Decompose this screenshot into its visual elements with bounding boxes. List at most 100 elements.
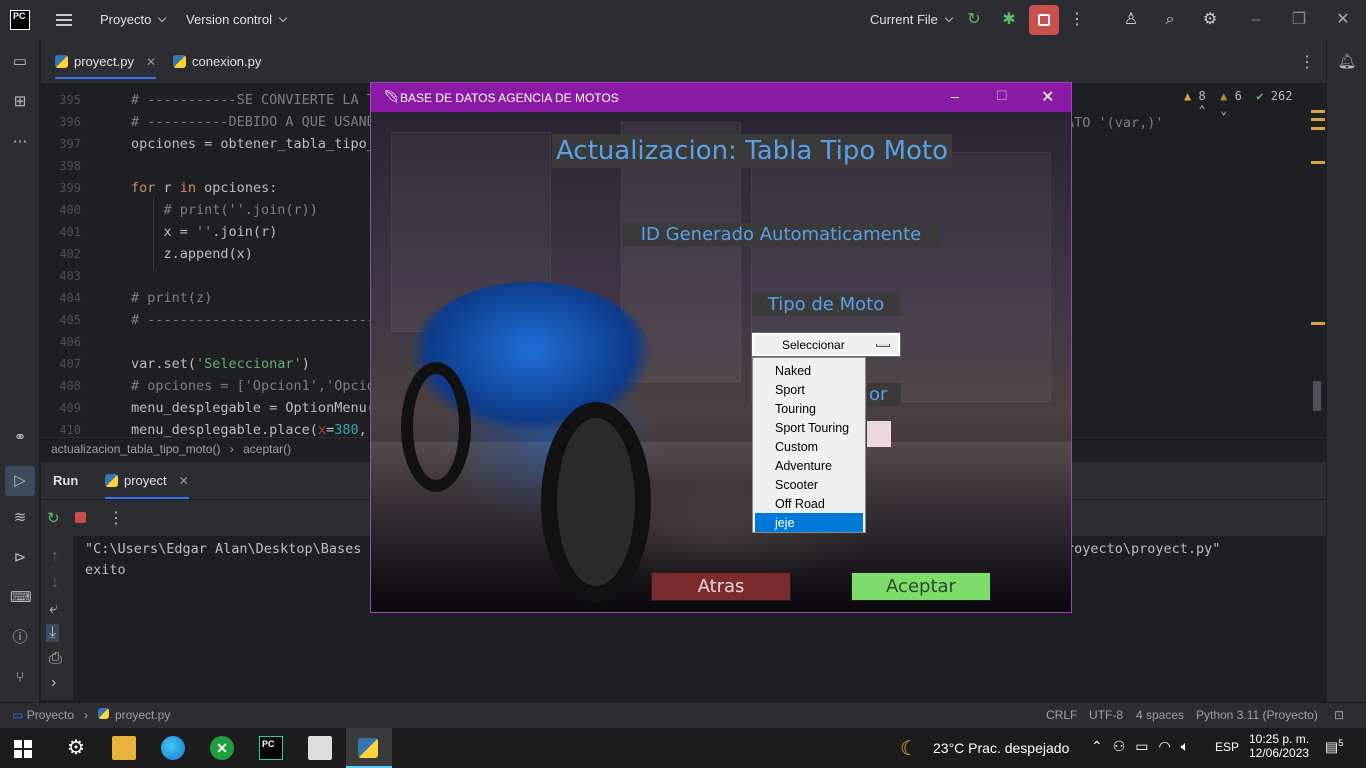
indent-setting[interactable]: 4 spaces (1136, 708, 1184, 722)
python-packages-icon[interactable]: ⚭ (10, 428, 30, 448)
problems-icon[interactable]: ⓘ (10, 628, 30, 648)
breadcrumb-nested-function[interactable]: aceptar() (243, 442, 291, 456)
close-icon[interactable]: ✕ (1332, 9, 1354, 31)
option-item[interactable]: Scooter (755, 475, 863, 494)
clock[interactable]: 10:25 p. m. 12/06/2023 (1249, 732, 1309, 760)
run-config-select[interactable]: Current File (870, 12, 954, 27)
stop-icon[interactable] (75, 512, 86, 523)
line-number: 403 (59, 269, 81, 283)
tk-maximize-icon[interactable]: ☐ (996, 88, 1008, 104)
stop-icon[interactable] (1029, 5, 1059, 35)
option-item[interactable]: Sport (755, 380, 863, 399)
structure-icon[interactable]: ⊞ (10, 92, 30, 112)
rerun-icon[interactable]: ↻ (963, 9, 985, 31)
python-taskbar-item[interactable] (346, 728, 392, 768)
notification-center-icon[interactable]: ▤5 (1325, 738, 1343, 756)
file-encoding[interactable]: UTF-8 (1089, 708, 1123, 722)
windows-start-icon[interactable] (14, 740, 32, 758)
expand-icon[interactable]: › (51, 674, 56, 692)
option-item[interactable]: jeje (755, 513, 863, 532)
close-run-tab-icon[interactable]: ✕ (179, 474, 189, 488)
print-icon[interactable]: ⎙ (49, 650, 62, 668)
python-file-icon (173, 55, 186, 68)
line-number: 408 (59, 379, 81, 393)
option-item[interactable]: Adventure (755, 456, 863, 475)
option-item[interactable]: Touring (755, 399, 863, 418)
up-arrow-icon[interactable]: ↑ (51, 548, 59, 566)
line-number: 399 (59, 181, 81, 195)
entry-field[interactable] (867, 421, 891, 447)
windows-taskbar: ⚙ ✕ PC ☾ 23°C Prac. despejado ⌃⚇▭◠🔈︎ ESP… (0, 728, 1366, 768)
soft-wrap-icon[interactable]: ⤶ (49, 600, 58, 618)
tk-close-icon[interactable]: ✕ (1041, 87, 1054, 107)
line-number: 400 (59, 203, 81, 217)
version-control-menu[interactable]: Version control (186, 12, 288, 27)
debug-icon[interactable]: ✱ (998, 9, 1020, 31)
main-menu-icon[interactable] (56, 11, 72, 29)
line-number: 402 (59, 247, 81, 261)
notifications-icon[interactable]: 🔔︎ (1337, 52, 1357, 72)
tab-options-icon[interactable]: ⋮ (1299, 52, 1315, 72)
option-item[interactable]: Off Road (755, 494, 863, 513)
project-menu[interactable]: Proyecto (100, 12, 167, 27)
left-tool-strip: ▭ ⊞ ⋯ ⚭ ▷ ≋ ⊳ ⌨ ⓘ ⑂ (0, 40, 40, 702)
more-icon[interactable]: ⋮ (108, 508, 124, 528)
tipo-moto-option-menu[interactable]: Seleccionar (751, 332, 901, 357)
option-item[interactable]: Sport Touring (755, 418, 863, 437)
edge-browser-icon[interactable] (161, 736, 185, 760)
settings-icon[interactable]: ⚙ (64, 736, 88, 760)
line-separator[interactable]: CRLF (1046, 708, 1077, 722)
inspection-widget[interactable]: ▲ 8 ▲ 6 ✔ 262 ⌃ ⌄ (1184, 89, 1326, 117)
code-line: # ---------------------------- (131, 312, 375, 328)
add-user-icon[interactable]: ♙ (1120, 9, 1142, 31)
accept-button[interactable]: Aceptar (851, 572, 991, 601)
lock-icon[interactable]: ⊡ (1334, 708, 1344, 722)
terminal-icon[interactable]: ⌨ (10, 588, 32, 608)
console-line: "C:\Users\Edgar Alan\Desktop\Bases d (85, 541, 378, 557)
more-icon[interactable]: ⋮ (1066, 9, 1088, 31)
run-tool-icon[interactable]: ▷ (5, 466, 35, 496)
code-line: for r in opciones: (131, 180, 278, 196)
project-folder-icon[interactable]: ▭ (10, 52, 30, 72)
status-file[interactable]: proyect.py (98, 708, 170, 722)
tab-proyect-py[interactable]: proyect.py ✕ (55, 54, 157, 79)
id-label: ID Generado Automaticamente (622, 223, 940, 246)
tab-conexion-py[interactable]: conexion.py (173, 54, 261, 69)
breadcrumb-separator: › (84, 708, 88, 722)
run-tab-proyect[interactable]: proyect ✕ (105, 473, 189, 499)
scroll-to-end-icon[interactable]: ⤓ (46, 624, 60, 642)
git-icon[interactable]: ⑂ (10, 668, 30, 688)
down-arrow-icon[interactable]: ↓ (51, 574, 59, 592)
pycharm-logo-icon[interactable]: PC (10, 10, 30, 30)
search-icon[interactable]: ⌕ (1159, 9, 1181, 31)
rerun-icon[interactable]: ↻ (47, 509, 60, 527)
close-tab-icon[interactable]: ✕ (146, 55, 156, 69)
line-number: 397 (59, 137, 81, 151)
file-explorer-icon[interactable] (112, 736, 136, 760)
app-taskbar-icon[interactable] (308, 736, 332, 760)
services-icon[interactable]: ⊳ (10, 548, 30, 568)
weather-text[interactable]: 23°C Prac. despejado (933, 740, 1069, 756)
option-item[interactable]: Custom (755, 437, 863, 456)
code-line: z.append(x) (131, 246, 253, 262)
back-button[interactable]: Atras (651, 572, 791, 601)
option-item[interactable]: Naked (755, 361, 863, 380)
more-tools-icon[interactable]: ⋯ (10, 132, 30, 152)
layers-icon[interactable]: ≋ (10, 508, 30, 528)
status-project[interactable]: ▭ Proyecto (12, 708, 74, 722)
feather-icon: 🪶︎ (383, 89, 400, 104)
tk-title-bar[interactable]: 🪶︎ BASE DE DATOS AGENCIA DE MOTOS – ☐ ✕ (371, 83, 1071, 112)
motorcycle-front-wheel (541, 402, 651, 602)
weather-icon[interactable]: ☾ (900, 736, 918, 761)
input-language[interactable]: ESP (1215, 740, 1239, 754)
maximize-icon[interactable]: ❐ (1288, 9, 1310, 31)
tk-minimize-icon[interactable]: – (951, 88, 959, 104)
settings-icon[interactable]: ⚙ (1199, 9, 1221, 31)
pycharm-taskbar-icon[interactable]: PC (259, 736, 283, 760)
python-interpreter[interactable]: Python 3.11 (Proyecto) (1196, 708, 1318, 722)
breadcrumb-function[interactable]: actualizacion_tabla_tipo_moto() (51, 442, 220, 456)
xbox-icon[interactable]: ✕ (210, 736, 234, 760)
system-tray-icons[interactable]: ⌃⚇▭◠🔈︎ (1091, 738, 1199, 755)
minimize-icon[interactable]: – (1245, 9, 1267, 31)
status-bar: ▭ Proyecto › proyect.py CRLF UTF-8 4 spa… (0, 702, 1366, 728)
